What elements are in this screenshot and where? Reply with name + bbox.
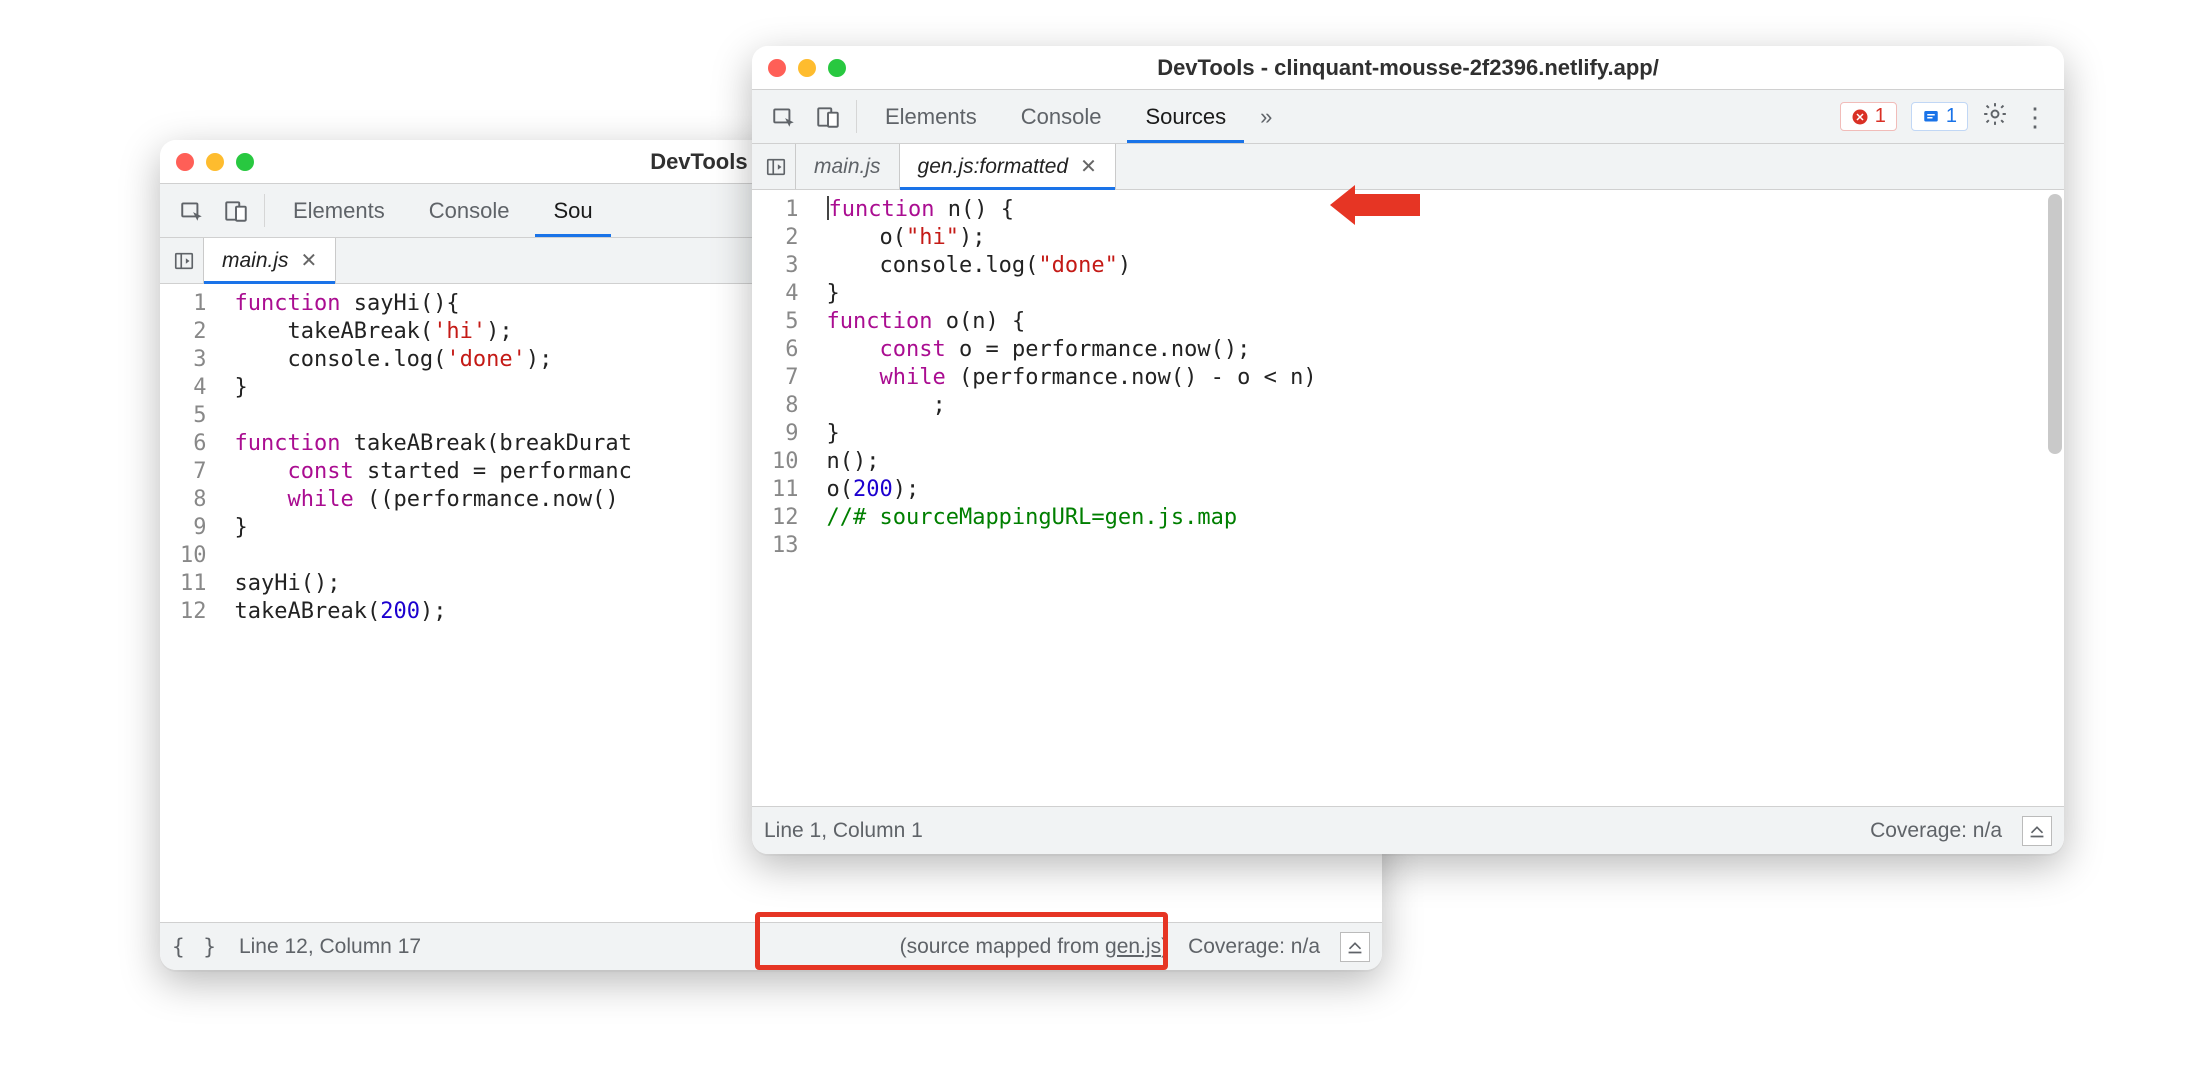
code-content[interactable]: function sayHi(){ takeABreak('hi'); cons… bbox=[219, 284, 648, 922]
inspect-element-icon[interactable] bbox=[170, 184, 214, 237]
annotation-arrow-icon bbox=[1325, 170, 1425, 245]
scrollbar-thumb[interactable] bbox=[2048, 194, 2062, 454]
tab-more[interactable]: » bbox=[1248, 90, 1284, 143]
coverage-info: Coverage: n/a bbox=[1188, 935, 1320, 959]
sources-editor[interactable]: 12345678910111213 function n() { o("hi")… bbox=[752, 190, 2064, 806]
statusbar: Line 1, Column 1 Coverage: n/a bbox=[752, 806, 2064, 854]
close-window-icon[interactable] bbox=[768, 59, 786, 77]
cursor-position: Line 1, Column 1 bbox=[764, 819, 923, 843]
toolbar-right: 1 1 ⋮ bbox=[1840, 90, 2054, 143]
close-icon[interactable]: ✕ bbox=[301, 248, 318, 273]
settings-icon[interactable] bbox=[1982, 101, 2008, 132]
close-window-icon[interactable] bbox=[176, 153, 194, 171]
tab-sources[interactable]: Sources bbox=[1123, 90, 1248, 143]
titlebar[interactable]: DevTools - clinquant-mousse-2f2396.netli… bbox=[752, 46, 2064, 90]
file-tab-main-js[interactable]: main.js bbox=[796, 144, 900, 189]
maximize-window-icon[interactable] bbox=[236, 153, 254, 171]
error-count-badge[interactable]: 1 bbox=[1840, 102, 1897, 131]
navigator-toggle-icon[interactable] bbox=[164, 238, 204, 283]
file-tab-label: main.js bbox=[814, 155, 881, 179]
file-tab-label: main.js bbox=[222, 249, 289, 273]
show-drawer-icon[interactable] bbox=[2022, 816, 2052, 846]
devtools-window-front: DevTools - clinquant-mousse-2f2396.netli… bbox=[752, 46, 2064, 854]
issues-count-badge[interactable]: 1 bbox=[1911, 102, 1968, 131]
kebab-menu-icon[interactable]: ⋮ bbox=[2022, 104, 2048, 130]
line-gutter: 123456789101112 bbox=[160, 284, 219, 922]
error-icon bbox=[1851, 108, 1869, 126]
annotation-highlight-box bbox=[755, 912, 1168, 970]
navigator-toggle-icon[interactable] bbox=[756, 144, 796, 189]
info-icon bbox=[1922, 108, 1940, 126]
inspect-element-icon[interactable] bbox=[762, 90, 806, 143]
traffic-lights[interactable] bbox=[768, 59, 846, 77]
divider bbox=[264, 194, 265, 227]
file-tab-gen-js-formatted[interactable]: gen.js:formatted ✕ bbox=[900, 144, 1116, 189]
tab-sources[interactable]: Sou bbox=[531, 184, 614, 237]
maximize-window-icon[interactable] bbox=[828, 59, 846, 77]
divider bbox=[856, 100, 857, 133]
pretty-print-icon[interactable]: { } bbox=[172, 935, 219, 959]
file-tab-label: gen.js:formatted bbox=[918, 155, 1069, 179]
tab-elements[interactable]: Elements bbox=[863, 90, 999, 143]
line-gutter: 12345678910111213 bbox=[752, 190, 811, 806]
tab-console[interactable]: Console bbox=[407, 184, 532, 237]
code-content[interactable]: function n() { o("hi"); console.log("don… bbox=[811, 190, 1333, 806]
panel-tabs: Elements Console Sources » bbox=[863, 90, 1284, 143]
coverage-info: Coverage: n/a bbox=[1870, 819, 2002, 843]
device-toolbar-icon[interactable] bbox=[806, 90, 850, 143]
traffic-lights[interactable] bbox=[176, 153, 254, 171]
tab-elements[interactable]: Elements bbox=[271, 184, 407, 237]
tab-console[interactable]: Console bbox=[999, 90, 1124, 143]
minimize-window-icon[interactable] bbox=[798, 59, 816, 77]
devtools-toolbar: Elements Console Sources » 1 1 ⋮ bbox=[752, 90, 2064, 144]
panel-tabs: Elements Console Sou bbox=[271, 184, 615, 237]
show-drawer-icon[interactable] bbox=[1340, 932, 1370, 962]
close-icon[interactable]: ✕ bbox=[1080, 154, 1097, 179]
file-tab-main-js[interactable]: main.js ✕ bbox=[204, 238, 336, 283]
device-toolbar-icon[interactable] bbox=[214, 184, 258, 237]
cursor-position: Line 12, Column 17 bbox=[239, 935, 421, 959]
window-title: DevTools - clinquant-mousse-2f2396.netli… bbox=[752, 55, 2064, 81]
minimize-window-icon[interactable] bbox=[206, 153, 224, 171]
